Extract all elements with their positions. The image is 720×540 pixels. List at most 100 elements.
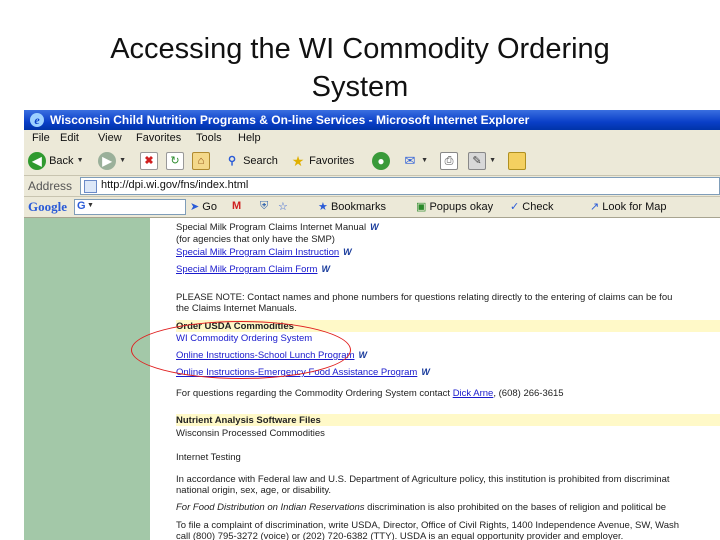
smp-form-link[interactable]: Special Milk Program Claim Form — [176, 264, 317, 275]
menu-bar: File Edit View Favorites Tools Help — [24, 130, 720, 148]
home-icon: ⌂ — [192, 152, 210, 171]
google-search-dropdown-icon: ▼ — [87, 202, 94, 209]
back-dropdown-icon: ▼ — [76, 157, 84, 165]
slide-title-line-1: Accessing the WI Commodity Ordering — [110, 33, 610, 65]
address-label: Address — [28, 179, 73, 193]
forward-arrow-icon: ▶ — [98, 152, 116, 171]
internet-testing-line: Internet Testing — [176, 452, 241, 463]
edit-dropdown-icon: ▼ — [489, 157, 496, 165]
indian-reservations-text: For Food Distribution on Indian Reservat… — [176, 502, 365, 513]
menu-edit[interactable]: Edit — [60, 132, 79, 144]
check-label: Check — [522, 201, 554, 213]
slide-title-line-2: System — [311, 71, 409, 103]
nutrient-analysis-title: Nutrient Analysis Software Files — [176, 415, 321, 426]
search-button[interactable]: ⚲ Search — [224, 150, 278, 172]
legal-line-3: For Food Distribution on Indian Reservat… — [176, 502, 666, 513]
menu-view[interactable]: View — [98, 132, 122, 144]
print-button[interactable]: ⎙ — [440, 150, 458, 172]
check-button[interactable]: ✓ Check — [510, 200, 553, 213]
legal-line-3-rest: discrimination is also prohibited on the… — [364, 502, 667, 513]
star-icon[interactable]: ☆ — [278, 200, 288, 213]
left-nav-panel — [24, 218, 150, 540]
stop-icon: ✖ — [140, 152, 158, 171]
please-note-line-1: PLEASE NOTE: Contact names and phone num… — [176, 292, 673, 303]
word-doc-icon: W — [421, 367, 430, 377]
menu-help[interactable]: Help — [238, 132, 261, 144]
nutrient-analysis-header: Nutrient Analysis Software Files — [176, 414, 720, 426]
stop-button[interactable]: ✖ — [140, 150, 158, 172]
go-icon: ➤ — [190, 201, 200, 213]
highlight-circle — [131, 321, 351, 379]
smp-manual-line: Special Milk Program Claims Internet Man… — [176, 222, 379, 233]
address-input[interactable]: http://dpi.wi.gov/fns/index.html — [80, 177, 720, 195]
smp-instruction-link[interactable]: Special Milk Program Claim Instruction — [176, 247, 339, 258]
legal-line-1: In accordance with Federal law and U.S. … — [176, 474, 670, 485]
mail-dropdown-icon: ▼ — [421, 157, 428, 165]
mail-icon: ✉ — [404, 153, 416, 169]
popups-button[interactable]: ▣ Popups okay — [416, 200, 493, 213]
media-icon: ● — [372, 152, 390, 171]
refresh-button[interactable]: ↻ — [166, 150, 184, 172]
word-doc-icon: W — [358, 350, 367, 360]
google-search-letter: G — [77, 200, 86, 212]
menu-favorites[interactable]: Favorites — [136, 132, 181, 144]
search-icon: ⚲ — [227, 155, 237, 168]
favorites-star-icon: ★ — [291, 153, 305, 170]
slide-title: Accessing the WI Commodity Ordering Syst… — [0, 30, 720, 106]
menu-file[interactable]: File — [32, 132, 50, 144]
address-bar: Address http://dpi.wi.gov/fns/index.html — [24, 176, 720, 197]
word-doc-icon: W — [343, 247, 352, 257]
bookmarks-label: Bookmarks — [330, 201, 386, 213]
popup-blocker-icon: ▣ — [416, 201, 427, 213]
edit-icon: ✎ — [468, 152, 486, 171]
go-label: Go — [202, 201, 217, 213]
lookfor-button[interactable]: ↗ Look for Map — [590, 200, 666, 213]
discuss-button[interactable] — [508, 150, 526, 172]
gmail-icon[interactable]: M — [232, 200, 241, 212]
google-go-button[interactable]: ➤ Go — [190, 200, 217, 213]
window-titlebar: e Wisconsin Child Nutrition Programs & O… — [24, 110, 720, 130]
ie-logo-icon: e — [30, 113, 44, 127]
page-content: Special Milk Program Claims Internet Man… — [24, 218, 720, 540]
please-note-line-2: the Claims Internet Manuals. — [176, 303, 297, 314]
forward-button[interactable]: ▶ ▼ — [98, 150, 126, 172]
menu-tools[interactable]: Tools — [196, 132, 222, 144]
google-search-input[interactable]: G ▼ — [74, 199, 186, 215]
processed-commodities-line: Wisconsin Processed Commodities — [176, 428, 325, 439]
favorites-button[interactable]: ★ Favorites — [290, 150, 355, 172]
browser-window: e Wisconsin Child Nutrition Programs & O… — [24, 110, 720, 540]
home-button[interactable]: ⌂ — [192, 150, 210, 172]
smp-instruction-row: Special Milk Program Claim Instruction W — [176, 247, 352, 258]
word-doc-icon: W — [370, 222, 379, 232]
back-arrow-icon: ◀ — [28, 152, 46, 171]
media-button[interactable]: ● — [372, 150, 390, 172]
mail-button[interactable]: ✉ ▼ — [402, 150, 428, 172]
address-url: http://dpi.wi.gov/fns/index.html — [101, 179, 249, 191]
standard-toolbar: ◀ Back ▼ ▶ ▼ ✖ ↻ ⌂ ⚲ Search ★ Favorites … — [24, 147, 720, 176]
shield-icon[interactable]: ⛨ — [260, 200, 268, 213]
lookfor-label: Look for Map — [602, 201, 667, 213]
bookmarks-star-icon: ★ — [318, 201, 328, 213]
favorites-label: Favorites — [309, 155, 355, 167]
back-label: Back — [49, 155, 74, 167]
contact-name-link[interactable]: Dick Arne — [453, 388, 494, 399]
smp-manual-text: Special Milk Program Claims Internet Man… — [176, 222, 367, 233]
search-label: Search — [243, 155, 278, 167]
popups-label: Popups okay — [429, 201, 494, 213]
legal-line-2: national origin, sex, age, or disability… — [176, 485, 332, 496]
smp-form-row: Special Milk Program Claim Form W — [176, 264, 330, 275]
google-logo[interactable]: Google — [28, 199, 67, 215]
bookmarks-button[interactable]: ★ Bookmarks — [318, 200, 386, 213]
legal-line-4: To file a complaint of discrimination, w… — [176, 520, 680, 531]
notes-icon — [508, 152, 526, 171]
print-icon: ⎙ — [440, 152, 458, 171]
edit-page-button[interactable]: ✎ ▼ — [468, 150, 496, 172]
smp-note: (for agencies that only have the SMP) — [176, 234, 335, 245]
spellcheck-icon: ✓ — [510, 201, 520, 213]
back-button[interactable]: ◀ Back ▼ — [28, 150, 84, 172]
lookfor-icon: ↗ — [590, 201, 600, 213]
legal-line-5: call (800) 795-3272 (voice) or (202) 720… — [176, 531, 624, 540]
window-title: Wisconsin Child Nutrition Programs & On-… — [50, 113, 530, 127]
page-icon — [84, 180, 97, 193]
contact-line: For questions regarding the Commodity Or… — [176, 388, 564, 399]
